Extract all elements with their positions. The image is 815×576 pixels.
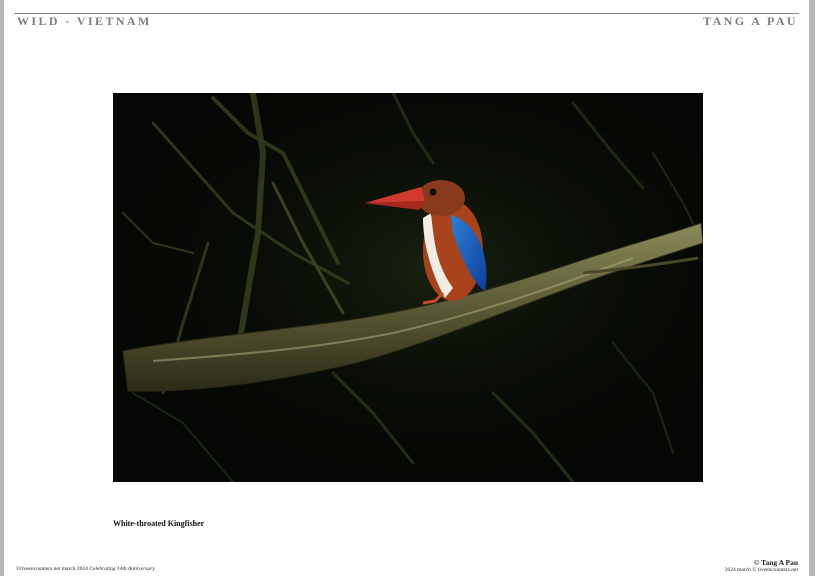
footer-copyright: ©liveencounters.net march 2024 Celebrati… (16, 566, 155, 572)
photo-caption: White-throated Kingfisher (113, 519, 205, 528)
footer-credit: 2024 march © liveencounters.net (724, 567, 798, 573)
photo-illustration (113, 93, 703, 482)
footer-copyright-text: ©liveencounters.net march 2024 (16, 566, 90, 572)
magazine-page: WILD - VIETNAM TANG A PAU White-throated… (4, 0, 809, 576)
footer-author: © Tang A Pau (753, 558, 798, 567)
footer-anniversary: Celebrating 14th Anniversary (89, 566, 155, 572)
kingfisher-photo (113, 93, 703, 482)
author-name: TANG A PAU (703, 14, 798, 28)
section-title: WILD - VIETNAM (17, 14, 152, 28)
